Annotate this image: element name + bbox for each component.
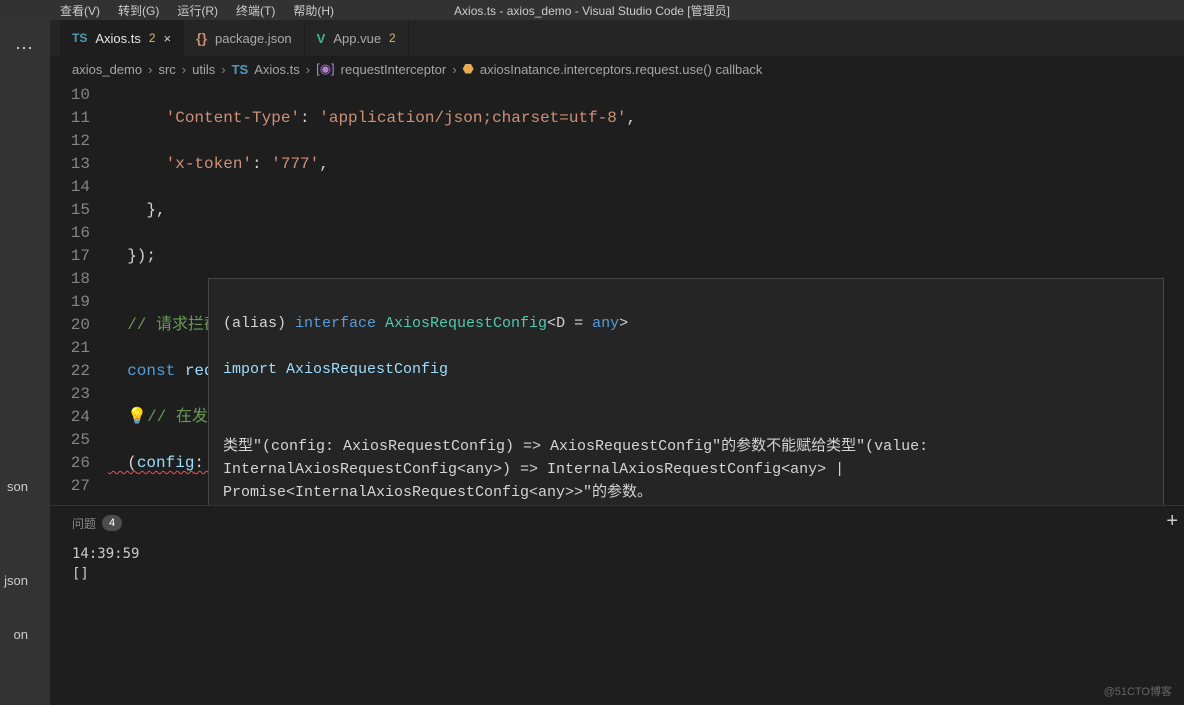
chevron-right-icon: › bbox=[148, 62, 152, 77]
chevron-right-icon: › bbox=[306, 62, 310, 77]
watermark: @51CTO博客 bbox=[1104, 683, 1172, 699]
menu-goto[interactable]: 转到(G) bbox=[118, 2, 159, 19]
vue-icon: V bbox=[317, 31, 326, 46]
crumb[interactable]: requestInterceptor bbox=[341, 62, 447, 77]
add-icon[interactable]: + bbox=[1166, 510, 1178, 533]
overflow-icon[interactable]: ⋯ bbox=[15, 38, 35, 59]
close-icon[interactable]: × bbox=[164, 31, 172, 46]
error-message: 类型"(config: AxiosRequestConfig) => Axios… bbox=[223, 435, 1149, 505]
tab-axios[interactable]: TS Axios.ts 2 × bbox=[60, 20, 184, 56]
bottom-panel: 问题 4 14:39:59 [] bbox=[50, 505, 1184, 705]
problems-count-badge: 4 bbox=[102, 515, 122, 531]
chevron-right-icon: › bbox=[221, 62, 225, 77]
menu-help[interactable]: 帮助(H) bbox=[293, 2, 334, 19]
panel-tab-problems[interactable]: 问题 4 bbox=[72, 515, 122, 532]
breadcrumb[interactable]: axios_demo › src › utils › TS Axios.ts ›… bbox=[50, 56, 1184, 82]
json-icon: {} bbox=[196, 30, 207, 46]
tab-label: Axios.ts bbox=[95, 31, 141, 46]
editor-content[interactable]: 'Content-Type': 'application/json;charse… bbox=[108, 82, 1184, 505]
typescript-icon: TS bbox=[232, 62, 249, 77]
chevron-right-icon: › bbox=[452, 62, 456, 77]
hover-tooltip: (alias) interface AxiosRequestConfig<D =… bbox=[208, 278, 1164, 505]
crumb[interactable]: axios_demo bbox=[72, 62, 142, 77]
crumb[interactable]: Axios.ts bbox=[254, 62, 300, 77]
menu-run[interactable]: 运行(R) bbox=[177, 2, 218, 19]
crumb[interactable]: src bbox=[158, 62, 175, 77]
crumb[interactable]: utils bbox=[192, 62, 215, 77]
sidebar-fragment: son json on bbox=[0, 470, 30, 652]
symbol-icon: [◉] bbox=[316, 61, 335, 77]
terminal-output: 14:39:59 [] bbox=[50, 540, 1184, 588]
tab-label: package.json bbox=[215, 31, 292, 46]
line-gutter: 10 11 12 13 14 15 16 17 18 19 20 21 22 2… bbox=[50, 82, 108, 505]
typescript-icon: TS bbox=[72, 31, 87, 45]
editor-tabs: TS Axios.ts 2 × {} package.json V App.vu… bbox=[50, 20, 1184, 56]
tab-appvue[interactable]: V App.vue 2 bbox=[305, 20, 409, 56]
crumb[interactable]: axiosInatance.interceptors.request.use()… bbox=[480, 62, 763, 77]
tab-package[interactable]: {} package.json bbox=[184, 20, 305, 56]
menu-terminal[interactable]: 终端(T) bbox=[236, 2, 275, 19]
window-title: Axios.ts - axios_demo - Visual Studio Co… bbox=[454, 2, 730, 19]
tab-problem-badge: 2 bbox=[149, 31, 156, 45]
menu-bar: 查看(V) 转到(G) 运行(R) 终端(T) 帮助(H) Axios.ts -… bbox=[0, 0, 1184, 20]
symbol-method-icon: ⬣ bbox=[463, 61, 474, 77]
lightbulb-icon[interactable]: 💡 bbox=[108, 408, 147, 426]
menu-view[interactable]: 查看(V) bbox=[60, 2, 100, 19]
tab-label: App.vue bbox=[333, 31, 381, 46]
chevron-right-icon: › bbox=[182, 62, 186, 77]
tab-problem-badge: 2 bbox=[389, 31, 396, 45]
